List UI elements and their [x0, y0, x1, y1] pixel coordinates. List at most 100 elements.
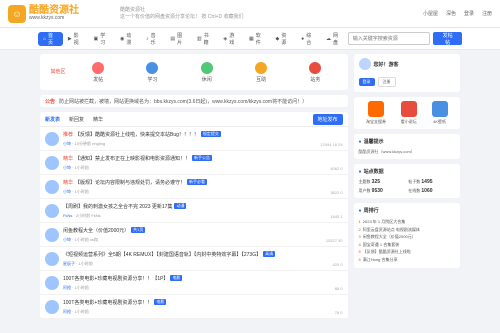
- nav-item-film[interactable]: ▶ 影视: [63, 32, 89, 46]
- music-icon: ♪: [146, 35, 149, 42]
- nav-item-image[interactable]: ▤ 图片: [165, 32, 192, 46]
- anime-icon: ◉: [119, 35, 125, 42]
- post-title[interactable]: 精华 【版规】论坛内容限制与违规处罚，请务必遵守！ 新手必看: [63, 178, 343, 186]
- post-author[interactable]: 小坤: [63, 237, 71, 242]
- avatar: [45, 204, 59, 218]
- stat-topics: 主题数 325: [358, 179, 381, 185]
- register-button[interactable]: 注册: [377, 77, 396, 87]
- nav-item-software[interactable]: ▦ 软件: [244, 32, 271, 46]
- post-time: 2小时前: [75, 213, 91, 218]
- post-time: 1小时前: [74, 285, 89, 290]
- category-help[interactable]: 互助: [234, 60, 288, 84]
- post-author[interactable]: 阿橙: [63, 309, 71, 314]
- rank-item[interactable]: 6 满江Hong 合集分享: [359, 256, 455, 264]
- rank-item[interactable]: 5 【反馈】酷酷资源社上线啦: [359, 248, 455, 256]
- post-title[interactable]: 闲鱼教程大全（价值2000元） 共1页: [63, 226, 343, 234]
- category-study[interactable]: 学习: [125, 60, 179, 84]
- post-meta: 阿橙 · 1小时前: [63, 309, 89, 314]
- post-author[interactable]: FkNs: [63, 213, 72, 218]
- category-post[interactable]: 发帖: [71, 60, 125, 84]
- software-icon: ▦: [249, 35, 254, 42]
- nav-item-cloud[interactable]: ☁ 网盘: [321, 32, 348, 46]
- post-author[interactable]: 小坤: [63, 165, 71, 170]
- post-stats: 15327 30: [325, 238, 343, 243]
- avatar: [45, 132, 59, 146]
- list-item[interactable]: 闲鱼教程大全（价值2000元） 共1页 小坤 · 1小时前 cs和 15327 30: [40, 223, 348, 247]
- app-novel[interactable]: 看小说坛: [400, 101, 417, 125]
- tab-new-posts[interactable]: 新发表: [45, 116, 60, 123]
- post-title[interactable]: 100T各类电影+珍藏电视剧资源分享！！ 电影: [63, 298, 343, 306]
- post-button[interactable]: 发帖帖: [433, 32, 463, 46]
- nav-item-game[interactable]: ◈ 游戏: [218, 32, 244, 46]
- home-icon: ⌂: [43, 35, 47, 42]
- post-stats: 76 0: [334, 310, 343, 315]
- list-item[interactable]: 【周刷】我的刺激女孩之全合不完 2023 更新17集 动漫 FkNs · 2小时前 …: [40, 199, 348, 223]
- user-link[interactable]: 小屋屋: [423, 10, 438, 17]
- post-time: 1小时前: [78, 261, 93, 266]
- login-button[interactable]: 登录: [358, 78, 375, 86]
- nav-item-home[interactable]: ⌂ 首页: [38, 31, 63, 46]
- post-badge: 新手公告: [192, 155, 213, 161]
- site-tagline: 酷酷资源社 这一个有价值的网盘资源分享论坛！ 按 Ctrl+D 收藏我们: [120, 7, 244, 20]
- post-author[interactable]: 小坤: [63, 141, 71, 146]
- post-title[interactable]: 推荐 【反馈】酷酷资源社上线啦，快来提交本站Bug！！！！ 规定提交: [63, 130, 343, 138]
- nav-item-misc[interactable]: ● 综合: [296, 32, 321, 46]
- tab-new-replies[interactable]: 新回复: [69, 116, 84, 123]
- category-site[interactable]: 站务: [288, 60, 342, 84]
- register-link[interactable]: 注册: [482, 10, 492, 17]
- post-title[interactable]: 【周刷】我的刺激女孩之全合不完 2023 更新17集 动漫: [63, 202, 343, 210]
- site-logo[interactable]: ☺ 酷酷资源社 www.kkzys.com: [8, 4, 108, 23]
- list-item[interactable]: 精华 【通知】禁止发布正在上映影视和电影资源通知！！ 新手公告 小坤 · 1小时前 4…: [40, 151, 348, 175]
- publish-button[interactable]: 地址发布: [312, 113, 343, 125]
- post-author[interactable]: 小坤: [63, 189, 71, 194]
- rank-item[interactable]: 3 闲鱼教程大全（价值2000元）: [359, 233, 455, 241]
- list-item[interactable]: 100T各类电影+珍藏电视剧资源分享！！【1P】 电影 阿橙 · 1小时前 88 0: [40, 271, 348, 295]
- list-item[interactable]: 推荐 【反馈】酷酷资源社上线啦，快来提交本站Bug！！！！ 规定提交 小坤 · 10分…: [40, 127, 348, 151]
- rank-number: 1: [358, 219, 361, 224]
- list-item[interactable]: 100T各类电影+珍藏电视剧资源分享！！ 电影 阿橙 · 1小时前 76 0: [40, 295, 348, 319]
- post-title[interactable]: 精华 【通知】禁止发布正在上映影视和电影资源通知！！ 新手公告: [63, 154, 343, 162]
- rank-item[interactable]: 2 阿里云盘资源站点 电视剧流媒体: [359, 226, 455, 234]
- tip-card: ● 温馨提示 酷酷资源社（www.kkzys.com）: [353, 134, 460, 159]
- app-taobao[interactable]: 淘宝支援券: [366, 101, 386, 125]
- nav-item-study[interactable]: ▣ 学习: [88, 32, 115, 46]
- post-meta: 小坤 · 1小时前: [63, 189, 89, 194]
- rank-number: 5: [358, 249, 361, 255]
- rank-item[interactable]: 1 2023 年 1 月院区大合集: [359, 218, 455, 226]
- post-badge: 规定提交: [200, 131, 221, 137]
- cloud-icon: ☁: [325, 35, 331, 42]
- search-input[interactable]: [347, 32, 431, 45]
- avatar: [45, 228, 59, 242]
- post-stats: 88 0: [334, 286, 343, 291]
- post-stats: 4062 0: [330, 166, 343, 171]
- misc-icon: ●: [301, 35, 305, 42]
- books-icon: ▥: [196, 35, 202, 42]
- logo-url: www.kkzys.com: [29, 15, 65, 21]
- post-meta: 星辰子 · 1小时前: [63, 261, 93, 266]
- post-author[interactable]: 星辰子: [63, 261, 75, 266]
- dark-mode-toggle[interactable]: 深色: [446, 10, 456, 17]
- post-icon: [92, 61, 105, 74]
- post-title[interactable]: 100T各类电影+珍藏电视剧资源分享！！【1P】 电影: [63, 274, 343, 282]
- post-prefix: 推荐: [63, 131, 74, 138]
- login-link[interactable]: 登录: [464, 10, 474, 17]
- post-time: 1小时前: [74, 165, 89, 170]
- tab-featured[interactable]: 精华: [93, 116, 103, 123]
- nav-item-resource[interactable]: ◆ 资源: [271, 32, 297, 46]
- post-badge: 动漫: [174, 203, 187, 209]
- post-badge: 高清: [263, 251, 276, 257]
- nav-item-music[interactable]: ♪ 音乐: [141, 32, 165, 46]
- nav-item-anime[interactable]: ◉ 动漫: [115, 32, 141, 46]
- post-author[interactable]: 阿橙: [63, 285, 71, 290]
- post-prefix: 精华: [63, 155, 74, 162]
- rank-item[interactable]: 4 国宝奇遇 1 合集套装: [359, 241, 455, 249]
- list-item[interactable]: 《短视频运营系列》全5期【4K REMUX】【封建国语音轨】【内封中英特效字幕】…: [40, 247, 348, 271]
- list-item[interactable]: 精华 【版规】论坛内容限制与违规处罚，请务必遵守！ 新手必看 小坤 · 1小时前 36…: [40, 175, 348, 199]
- app-wallpaper[interactable]: 4K壁纸: [431, 101, 448, 125]
- bell-icon: ●: [358, 138, 362, 145]
- nav-item-books[interactable]: ▥ 书籍: [192, 32, 219, 46]
- category-leisure[interactable]: 休闲: [180, 60, 234, 84]
- top-right-links: 小屋屋 深色 登录 注册: [423, 10, 492, 17]
- app-links: 淘宝支援券 看小说坛 4K壁纸: [353, 97, 460, 129]
- post-title[interactable]: 《短视频运营系列》全5期【4K REMUX】【封建国语音轨】【内封中英特效字幕】…: [63, 250, 343, 258]
